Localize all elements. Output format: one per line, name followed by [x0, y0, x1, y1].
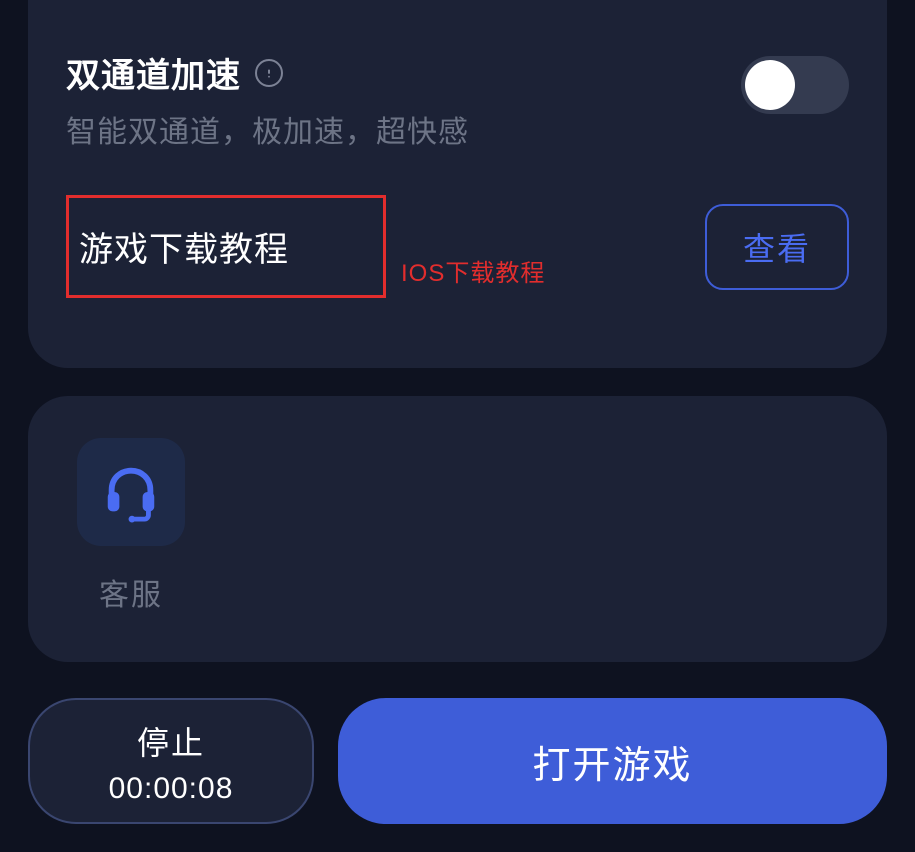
toggle-knob — [745, 60, 795, 110]
actions-card: 客服 — [28, 396, 887, 662]
open-game-button[interactable]: 打开游戏 — [338, 698, 887, 824]
dual-channel-title: 双通道加速 — [66, 48, 241, 97]
stop-label: 停止 — [137, 718, 205, 764]
dual-channel-toggle[interactable] — [741, 56, 849, 114]
dual-channel-title-row: 双通道加速 — [66, 48, 469, 97]
tutorial-annotation: IOS下载教程 — [401, 253, 545, 288]
dual-channel-row: 双通道加速 智能双通道，极加速，超快感 — [66, 48, 849, 151]
dual-channel-text: 双通道加速 智能双通道，极加速，超快感 — [66, 48, 469, 151]
dual-channel-subtitle: 智能双通道，极加速，超快感 — [66, 107, 469, 151]
info-icon[interactable] — [255, 59, 283, 87]
stop-button[interactable]: 停止 00:00:08 — [28, 698, 314, 824]
open-game-label: 打开游戏 — [532, 734, 692, 789]
view-tutorial-button[interactable]: 查看 — [705, 204, 849, 290]
support-label: 客服 — [99, 570, 163, 614]
tutorial-highlight-box: 游戏下载教程 — [66, 195, 386, 298]
footer-bar: 停止 00:00:08 打开游戏 — [28, 698, 887, 824]
support-item[interactable]: 客服 — [76, 438, 186, 614]
tutorial-row: 游戏下载教程 IOS下载教程 查看 — [66, 195, 849, 298]
timer-value: 00:00:08 — [109, 772, 234, 806]
settings-card: 双通道加速 智能双通道，极加速，超快感 游戏下载教程 IOS下载教程 查看 — [28, 0, 887, 368]
headset-icon — [77, 438, 185, 546]
tutorial-title: 游戏下载教程 — [79, 231, 289, 269]
